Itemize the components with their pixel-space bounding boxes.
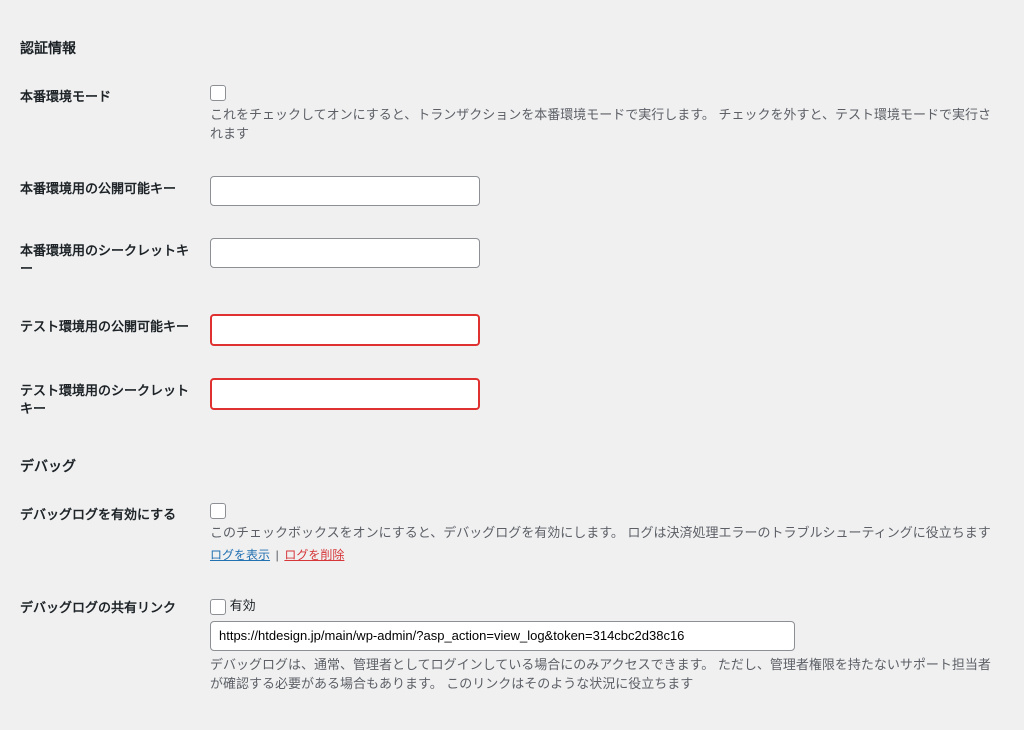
test-publishable-key-label: テスト環境用の公開可能キー [20, 298, 210, 362]
enable-debug-log-label: デバッグログを有効にする [20, 486, 210, 579]
live-mode-checkbox[interactable] [210, 85, 226, 101]
test-publishable-key-input[interactable] [210, 314, 480, 346]
live-mode-label: 本番環境モード [20, 68, 210, 160]
show-log-link[interactable]: ログを表示 [210, 548, 270, 562]
live-mode-description: これをチェックしてオンにすると、トランザクションを本番環境モードで実行します。 … [210, 105, 994, 144]
live-publishable-key-input[interactable] [210, 176, 480, 206]
enable-debug-log-checkbox[interactable] [210, 503, 226, 519]
debug-settings-table: デバッグログを有効にする このチェックボックスをオンにすると、デバッグログを有効… [20, 486, 1004, 710]
live-publishable-key-label: 本番環境用の公開可能キー [20, 160, 210, 222]
live-secret-key-label: 本番環境用のシークレットキー [20, 222, 210, 298]
delete-log-link[interactable]: ログを削除 [284, 548, 344, 562]
enable-debug-log-description: このチェックボックスをオンにすると、デバッグログを有効にします。 ログは決済処理… [210, 523, 994, 543]
test-secret-key-label: テスト環境用のシークレットキー [20, 362, 210, 438]
share-link-description: デバッグログは、通常、管理者としてログインしている場合にのみアクセスできます。 … [210, 655, 994, 694]
debug-log-links: ログを表示 | ログを削除 [210, 546, 994, 563]
auth-settings-table: 本番環境モード これをチェックしてオンにすると、トランザクションを本番環境モード… [20, 68, 1004, 438]
auth-section-heading: 認証情報 [20, 38, 1004, 58]
share-link-enable-checkbox[interactable] [210, 599, 226, 615]
debug-section-heading: デバッグ [20, 456, 1004, 476]
share-link-enable-label: 有効 [230, 598, 256, 613]
debug-log-share-label: デバッグログの共有リンク [20, 579, 210, 710]
live-secret-key-input[interactable] [210, 238, 480, 268]
share-link-url-input[interactable] [210, 621, 795, 651]
link-separator: | [276, 548, 279, 562]
share-link-enable-wrapper: 有効 [210, 595, 994, 615]
test-secret-key-input[interactable] [210, 378, 480, 410]
